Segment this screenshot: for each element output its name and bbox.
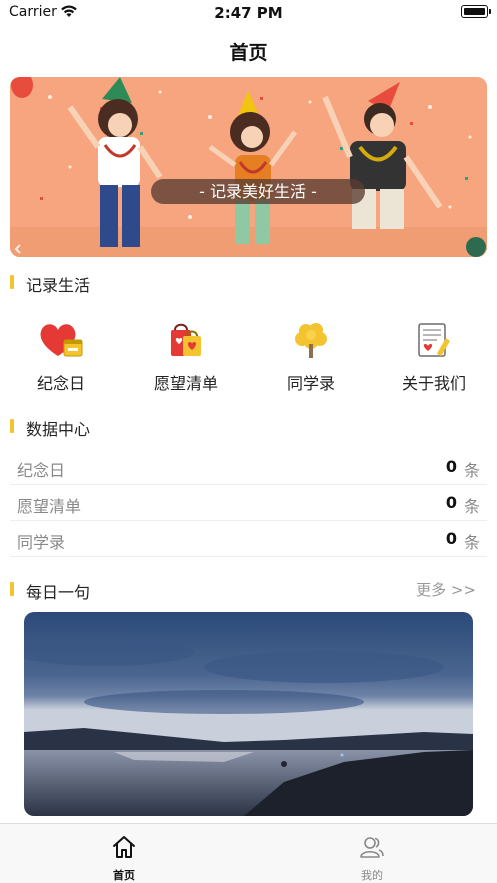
shortcut-label: 关于我们	[401, 374, 466, 393]
stat-unit: 条	[463, 497, 480, 516]
stat-value: 0	[445, 457, 457, 476]
stat-row-wishlist[interactable]: 愿望清单 0 条	[10, 485, 487, 521]
battery-icon	[461, 5, 491, 18]
notepad-icon	[418, 323, 450, 357]
shortcut-classmates[interactable]: 同学录	[256, 318, 366, 398]
stat-unit: 条	[463, 533, 480, 552]
status-bar: Carrier 2:47 PM	[0, 0, 497, 26]
heart-calendar-icon	[40, 324, 83, 357]
stat-row-anniversary[interactable]: 纪念日 0 条	[10, 449, 487, 485]
shortcut-label: 愿望清单	[153, 374, 218, 393]
stat-name: 愿望清单	[17, 497, 82, 516]
section-header-life: 记录生活	[10, 272, 210, 295]
shortcut-label: 纪念日	[36, 374, 85, 393]
clock: 2:47 PM	[214, 4, 283, 22]
tab-label: 首页	[113, 869, 135, 882]
stat-value: 0	[445, 493, 457, 512]
stat-row-classmates[interactable]: 同学录 0 条	[10, 521, 487, 557]
lake-landscape-image	[24, 612, 473, 816]
tab-label: 我的	[361, 869, 383, 882]
section-accent-bar	[10, 582, 14, 596]
shortcut-wishlist[interactable]: 愿望清单	[131, 318, 241, 398]
home-icon	[113, 836, 135, 858]
stat-unit: 条	[463, 461, 480, 480]
banner-illustration	[10, 77, 487, 257]
section-header-data: 数据中心	[10, 416, 210, 439]
user-icon	[360, 837, 384, 858]
shortcut-anniversary[interactable]: 纪念日	[6, 318, 116, 398]
section-title: 每日一句	[26, 583, 91, 602]
section-title: 数据中心	[26, 420, 91, 439]
section-header-daily: 每日一句	[10, 579, 210, 602]
banner-carousel[interactable]: - 记录美好生活 -	[10, 77, 487, 257]
stat-name: 纪念日	[17, 461, 66, 480]
daily-photo-card[interactable]	[24, 612, 473, 816]
page-title: 首页	[229, 42, 268, 64]
section-title: 记录生活	[26, 276, 91, 295]
more-link[interactable]: 更多 >>	[416, 579, 476, 600]
tab-bar: 首页 我的	[0, 823, 497, 883]
banner-caption: - 记录美好生活 -	[151, 179, 365, 204]
tab-mine[interactable]: 我的	[310, 824, 434, 883]
tree-icon	[295, 323, 327, 358]
stat-value: 0	[445, 529, 457, 548]
shortcut-label: 同学录	[286, 374, 335, 393]
shopping-bags-icon	[171, 323, 201, 356]
shortcut-about-us[interactable]: 关于我们	[379, 318, 489, 398]
section-accent-bar	[10, 275, 14, 289]
tab-home[interactable]: 首页	[62, 824, 186, 883]
shortcut-grid: 纪念日 愿望清单 同学录 关于我们	[0, 318, 497, 398]
stat-name: 同学录	[17, 533, 66, 552]
section-accent-bar	[10, 419, 14, 433]
